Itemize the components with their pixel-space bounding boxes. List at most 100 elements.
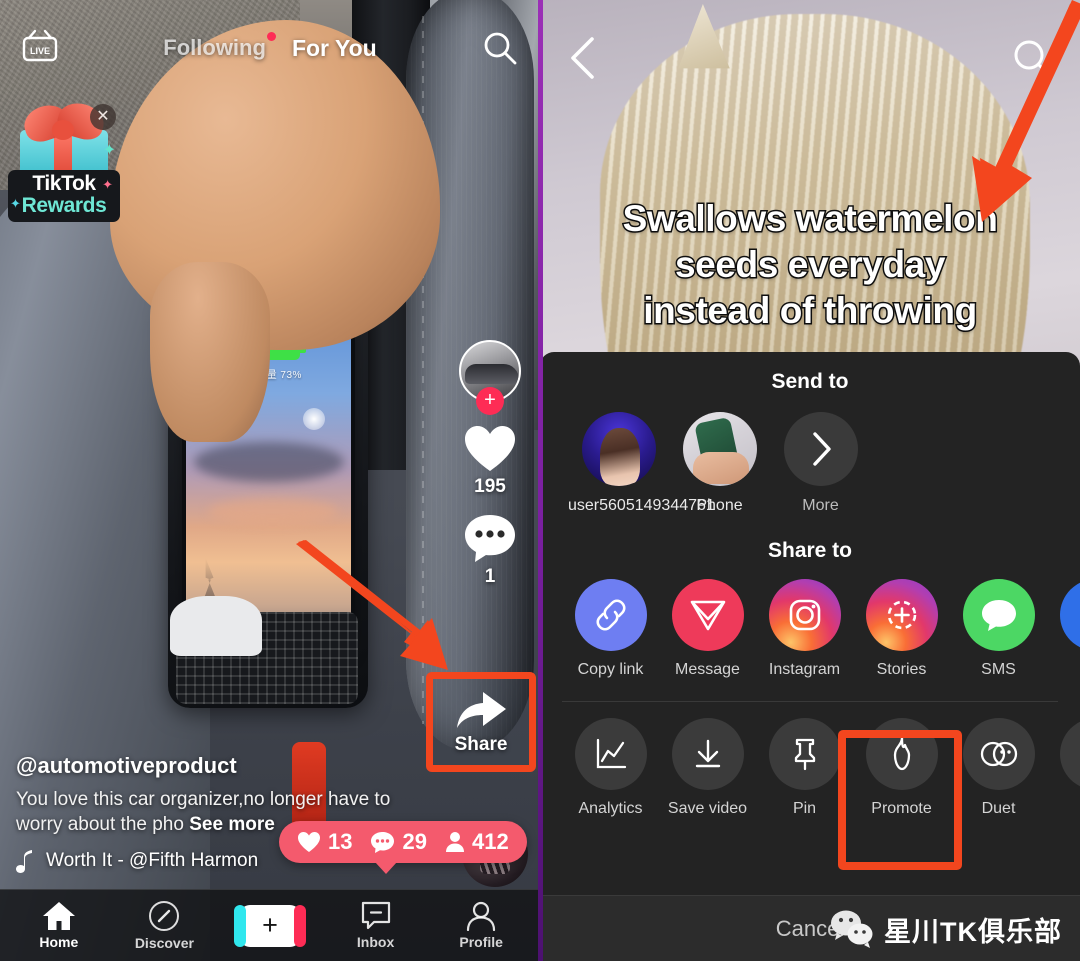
- share-bottom-sheet: Send to user5605149344761 Phone More Sha…: [540, 352, 1080, 961]
- create-plus-icon[interactable]: +: [233, 904, 306, 947]
- share-stories[interactable]: Stories: [853, 578, 950, 679]
- panel-divider: [538, 0, 543, 961]
- nav-item-home[interactable]: Home: [12, 901, 106, 950]
- annotation-arrow-promote: [920, 0, 1080, 230]
- rewards-line-1: TikTok: [32, 172, 96, 195]
- share-copy-link[interactable]: Copy link: [562, 578, 659, 679]
- stats-tooltip: 13 29 412: [279, 821, 527, 874]
- share-facebook[interactable]: Fac: [1047, 578, 1080, 679]
- user-avatar: [581, 412, 656, 486]
- share-copy-link-label: Copy link: [577, 660, 644, 678]
- nav-item-inbox[interactable]: Inbox: [329, 901, 423, 950]
- nav-item-create[interactable]: +: [223, 904, 317, 947]
- watermark: 星川TK俱乐部: [829, 909, 1062, 949]
- white-object: [170, 596, 262, 656]
- tiktok-rewards-banner[interactable]: ✕ ✦ TikTok Rewards ✦ ✦: [8, 98, 126, 223]
- nav-label-profile: Profile: [459, 934, 503, 950]
- heart-icon: [465, 426, 515, 471]
- compass-icon: [149, 901, 180, 931]
- annotation-arrow-share: [296, 540, 476, 680]
- tab-following[interactable]: Following: [163, 32, 276, 61]
- chevron-right-icon: [783, 412, 858, 486]
- share-arrow-icon: [457, 692, 506, 728]
- action-duet[interactable]: Duet: [950, 717, 1047, 818]
- action-analytics[interactable]: Analytics: [562, 717, 659, 818]
- share-button-highlight[interactable]: Share: [426, 672, 536, 772]
- overlay-line-2: seeds everyday: [673, 242, 946, 286]
- like-button[interactable]: 195: [452, 424, 528, 498]
- feed-tabs: Following For You: [60, 32, 480, 62]
- action-duet-label: Duet: [981, 799, 1016, 817]
- share-label: Share: [454, 734, 508, 755]
- comment-icon-small: [371, 832, 395, 853]
- finger: [150, 262, 270, 442]
- stat-comments-value: 29: [402, 829, 427, 854]
- share-instagram[interactable]: Instagram: [756, 578, 853, 679]
- close-icon[interactable]: ✕: [90, 104, 116, 130]
- send-to-more[interactable]: More: [770, 412, 871, 517]
- caption-username[interactable]: @automotiveproduct: [16, 753, 416, 779]
- action-save-video-label: Save video: [667, 799, 748, 817]
- see-more-link[interactable]: See more: [189, 814, 275, 835]
- send-to-title: Send to: [771, 370, 849, 393]
- gift-box-icon: ✕ ✦: [14, 98, 118, 176]
- share-message-label: Message: [675, 660, 740, 678]
- author-avatar[interactable]: +: [459, 340, 521, 415]
- share-sms-label: SMS: [981, 660, 1016, 678]
- chart-line-icon: [574, 717, 647, 790]
- cloud-graphic-2: [208, 498, 338, 524]
- share-to-row: Copy link Message Instagram Stories SMS: [540, 563, 1080, 679]
- gift-bow-center: [52, 120, 74, 140]
- action-save-video[interactable]: Save video: [659, 717, 756, 818]
- nav-label-inbox: Inbox: [356, 934, 395, 950]
- feed-top-bar: LIVE Following For You: [0, 0, 540, 96]
- sparkle-icon: ✦: [102, 142, 116, 159]
- send-to-user-label: user5605149344761: [568, 497, 715, 514]
- overlay-line-3: instead of throwing: [642, 288, 979, 332]
- cloud-graphic-1: [194, 442, 344, 482]
- phone-photo-avatar: [682, 412, 757, 486]
- duet-circles-icon: [962, 717, 1035, 790]
- rewards-line-2: Rewards: [21, 194, 107, 218]
- pin-icon: [768, 717, 841, 790]
- nav-item-discover[interactable]: Discover: [117, 900, 211, 951]
- nav-item-profile[interactable]: Profile: [434, 901, 528, 950]
- live-icon[interactable]: LIVE: [20, 28, 60, 68]
- tiktok-feed-panel: 当前电量 73% LIVE: [0, 0, 540, 961]
- chevron-left-icon[interactable]: [566, 35, 600, 86]
- stat-comments: 29: [370, 829, 427, 855]
- download-icon: [671, 717, 744, 790]
- tab-for-you-label: For You: [291, 34, 377, 61]
- action-stitch[interactable]: S: [1047, 717, 1080, 818]
- send-to-row: user5605149344761 Phone More: [540, 394, 1080, 517]
- stat-viewers: 412: [445, 829, 509, 855]
- following-notification-dot: [266, 32, 276, 41]
- sparkle-pink-icon: ✦: [102, 177, 113, 192]
- link-icon: [574, 578, 647, 651]
- promote-highlight-box[interactable]: [838, 730, 962, 870]
- share-instagram-label: Instagram: [768, 660, 841, 678]
- share-sms[interactable]: SMS: [950, 578, 1047, 679]
- share-facebook-label: Fac: [1047, 661, 1080, 679]
- person-icon: [467, 901, 496, 931]
- screenshot-root: 当前电量 73% LIVE: [0, 0, 1080, 961]
- send-to-phone-label: Phone: [696, 497, 743, 514]
- heart-icon-small: [298, 832, 320, 852]
- nav-label-discover: Discover: [134, 935, 194, 951]
- search-icon[interactable]: [480, 28, 520, 68]
- send-to-phone[interactable]: Phone: [669, 412, 770, 517]
- rewards-label: TikTok Rewards ✦ ✦: [8, 170, 120, 223]
- share-sheet-panel: Swallows watermelon seeds everyday inste…: [540, 0, 1080, 961]
- send-to-user[interactable]: user5605149344761: [568, 412, 715, 517]
- share-message[interactable]: Message: [659, 578, 756, 679]
- stat-likes-value: 13: [328, 829, 353, 854]
- music-title: Worth It - @Fifth Harmon: [46, 850, 259, 871]
- like-count: 195: [474, 476, 506, 497]
- home-icon: [42, 902, 75, 930]
- facebook-icon: [1059, 578, 1080, 651]
- sun-graphic: [303, 408, 325, 430]
- follow-button[interactable]: +: [476, 387, 504, 415]
- share-to-title: Share to: [767, 538, 853, 562]
- stat-likes: 13: [297, 829, 352, 855]
- tab-for-you[interactable]: For You: [292, 35, 377, 62]
